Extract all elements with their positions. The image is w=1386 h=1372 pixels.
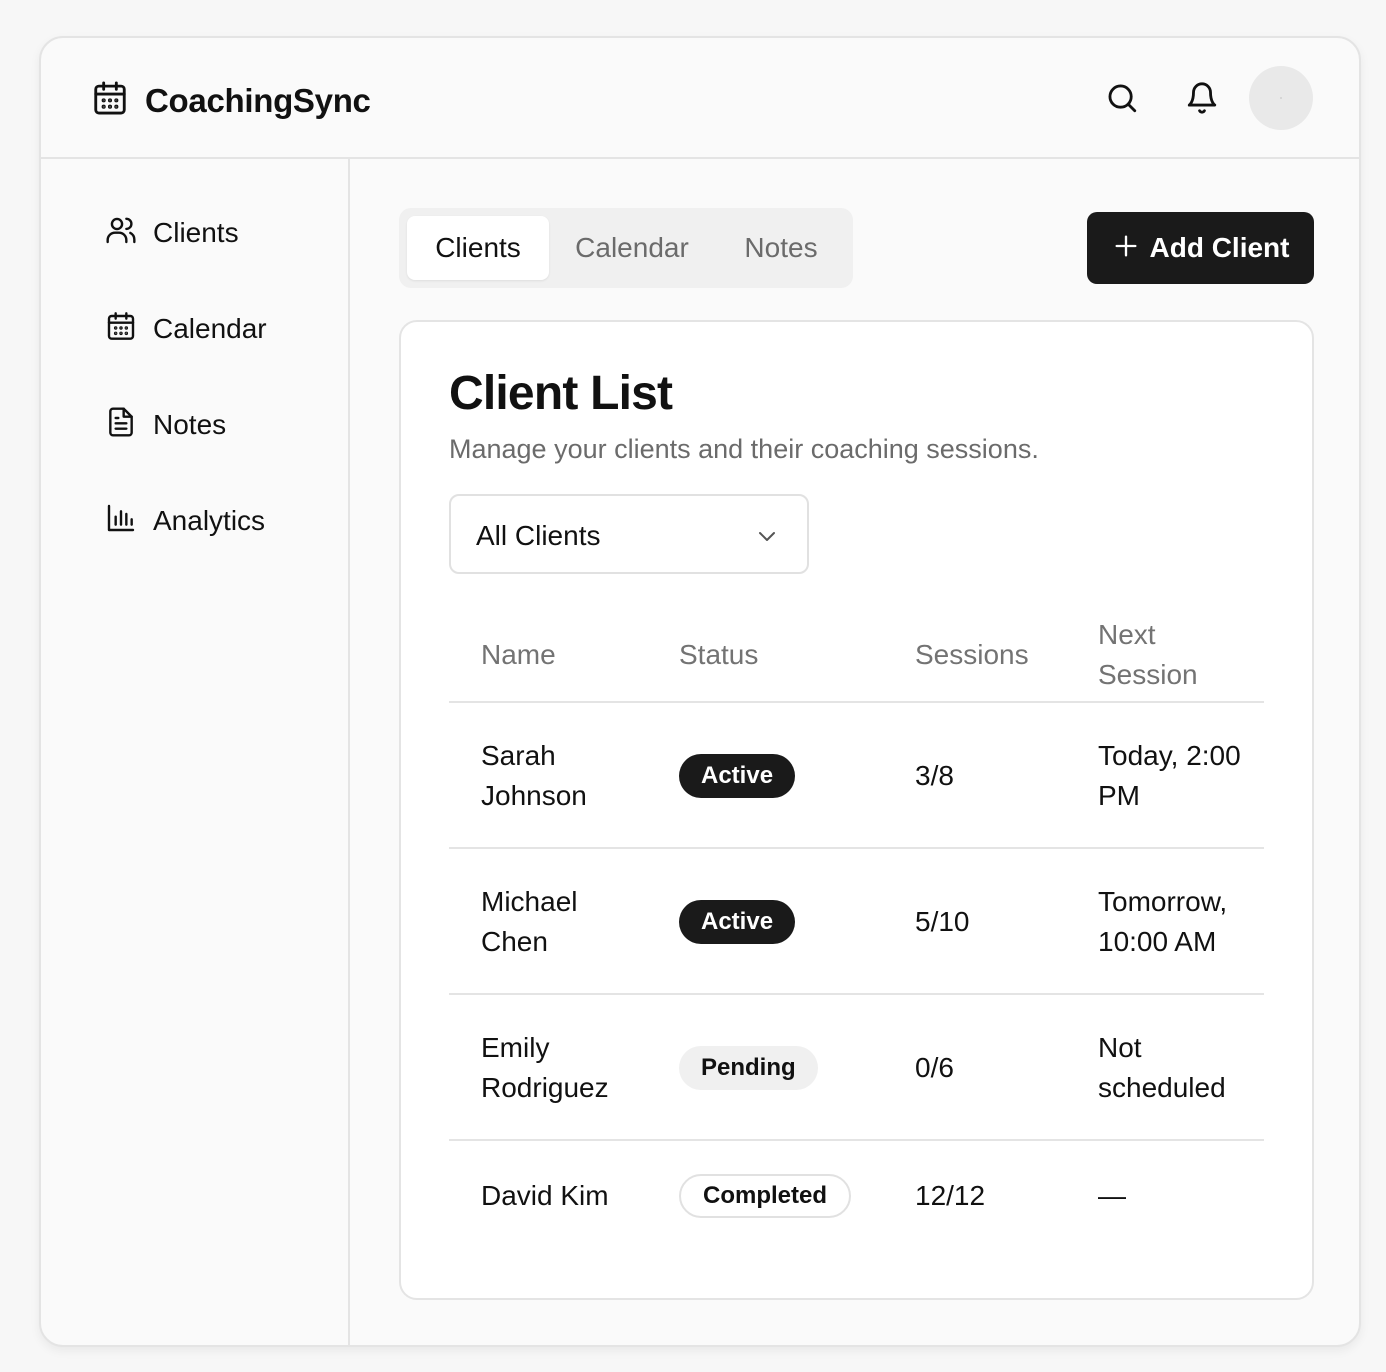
sessions-count: 0/6 (915, 1052, 954, 1083)
top-header: CoachingSync (41, 38, 1359, 159)
sidebar-item-label: Calendar (153, 312, 267, 344)
status-badge: Pending (679, 1046, 818, 1090)
sidebar-item-clients[interactable]: Clients (105, 214, 239, 251)
client-name: David Kim (481, 1180, 609, 1211)
calendar-icon (105, 310, 137, 347)
add-client-label: Add Client (1149, 232, 1290, 263)
next-session: Not scheduled (1098, 1032, 1226, 1103)
sidebar: Clients Calendar Notes Analytics (41, 159, 350, 1345)
sessions-count: 12/12 (915, 1180, 986, 1211)
sessions-count: 3/8 (915, 760, 954, 791)
next-session: Tomorrow, 10:00 AM (1098, 886, 1228, 957)
users-icon (105, 214, 137, 251)
divider (449, 993, 1264, 995)
bell-icon[interactable] (1182, 78, 1222, 118)
divider (449, 1139, 1264, 1141)
add-client-button[interactable]: Add Client (1087, 212, 1314, 284)
sidebar-item-label: Notes (153, 408, 227, 440)
next-session: Today, 2:00 PM (1098, 740, 1241, 811)
tab-calendar[interactable]: Calendar (559, 216, 705, 280)
tab-bar: Clients Calendar Notes (399, 208, 853, 288)
tab-notes[interactable]: Notes (717, 216, 845, 280)
client-name: Michael Chen (481, 886, 578, 957)
select-value: All Clients (476, 520, 601, 551)
sidebar-item-calendar[interactable]: Calendar (105, 310, 267, 347)
brand[interactable]: CoachingSync (91, 78, 371, 123)
sidebar-item-label: Clients (153, 216, 239, 248)
status-badge: Active (679, 754, 796, 798)
divider (449, 701, 1264, 703)
card-subtitle: Manage your clients and their coaching s… (449, 434, 1039, 464)
client-name: Sarah Johnson (481, 740, 587, 811)
client-filter-select[interactable]: All Clients (449, 494, 809, 574)
sidebar-item-notes[interactable]: Notes (105, 406, 226, 443)
sidebar-item-analytics[interactable]: Analytics (105, 502, 265, 539)
chevron-down-icon (759, 532, 775, 541)
avatar[interactable] (1249, 66, 1313, 130)
next-session: — (1098, 1180, 1126, 1211)
client-list-card: Client List Manage your clients and thei… (399, 320, 1314, 1300)
file-text-icon (105, 406, 137, 443)
column-header-next-session: Next Session (1098, 619, 1198, 690)
column-header-status: Status (679, 639, 759, 670)
status-badge: Completed (679, 1174, 852, 1218)
sessions-count: 5/10 (915, 906, 970, 937)
tab-clients[interactable]: Clients (407, 216, 549, 280)
sidebar-item-label: Analytics (153, 504, 266, 536)
column-header-name: Name (481, 639, 556, 670)
bar-chart-icon (105, 502, 137, 539)
calendar-icon (91, 78, 129, 123)
divider (449, 847, 1264, 849)
plus-icon (1112, 232, 1140, 265)
search-icon[interactable] (1102, 78, 1142, 118)
app-window: CoachingSync Clients Calendar Notes Anal… (39, 36, 1361, 1347)
status-badge: Active (679, 900, 796, 944)
card-title: Client List (449, 367, 673, 420)
client-name: Emily Rodriguez (481, 1032, 609, 1103)
app-name: CoachingSync (145, 81, 371, 119)
column-header-sessions: Sessions (915, 639, 1029, 670)
